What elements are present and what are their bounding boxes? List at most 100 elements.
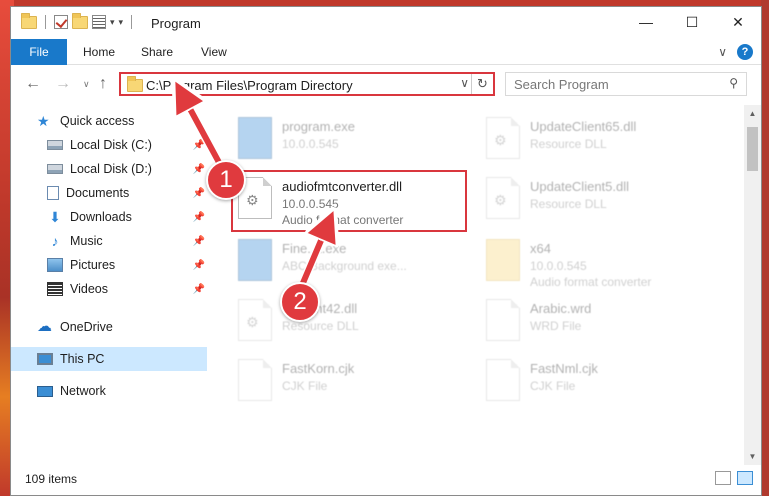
vertical-scrollbar[interactable]: ▲ ▼ (744, 105, 761, 465)
scroll-up-arrow-icon[interactable]: ▲ (744, 105, 761, 122)
file-item[interactable]: Fine...t.exe ABC Background exe... (238, 237, 478, 295)
tab-view[interactable]: View (201, 39, 227, 65)
file-name: Arabic.wrd (530, 301, 592, 316)
forward-arrow-icon[interactable]: → (55, 75, 71, 93)
exe-icon (238, 239, 272, 281)
file-item[interactable]: FastNml.cjk CJK File (486, 357, 726, 415)
sidebar-item-downloads[interactable]: ⬇ Downloads 📌 (11, 205, 207, 229)
title-bar: ▾ ▾ Program — ☐ ✕ (11, 7, 761, 39)
pictures-icon (47, 258, 63, 272)
file-icon (486, 359, 520, 401)
pin-icon[interactable]: 📌 (193, 212, 205, 223)
close-button[interactable]: ✕ (715, 7, 761, 37)
search-icon[interactable]: ⚲ (729, 76, 738, 90)
customize-toolbar-chevron-icon[interactable]: ▾ (110, 17, 115, 28)
search-input[interactable]: Search Program (514, 77, 609, 92)
star-icon: ★ (37, 113, 50, 129)
dll-icon: ⚙ (238, 299, 272, 341)
file-name: program.exe (282, 119, 355, 134)
scrollbar-thumb[interactable] (747, 127, 758, 171)
tiles-view-icon[interactable] (737, 471, 753, 485)
properties-icon[interactable] (92, 15, 106, 29)
tab-file[interactable]: File (11, 39, 67, 65)
disk-icon (47, 164, 63, 174)
step-badge-1: 1 (206, 160, 246, 200)
file-item[interactable]: Arabic.wrd WRD File (486, 297, 726, 355)
back-arrow-icon[interactable]: ← (25, 75, 41, 93)
sidebar-item-pictures[interactable]: Pictures 📌 (11, 253, 207, 277)
file-icon (486, 299, 520, 341)
sidebar-item-documents[interactable]: Documents 📌 (11, 181, 207, 205)
quick-access-toolbar: ▾ ▾ (21, 12, 136, 29)
item-count: 109 items (25, 472, 78, 486)
sidebar-item-this-pc[interactable]: This PC (11, 347, 207, 371)
up-arrow-icon[interactable]: ↑ (99, 75, 107, 93)
computer-icon (37, 353, 53, 365)
file-meta: ABC Background exe... (282, 259, 407, 273)
file-meta: WRD File (530, 319, 582, 333)
address-dropdown-chevron-icon[interactable]: ∨ (460, 76, 469, 90)
sidebar-item-label: Documents (66, 186, 130, 200)
file-item[interactable]: FastKorn.cjk CJK File (238, 357, 478, 415)
sidebar-item-label: Local Disk (C:) (70, 138, 152, 152)
sidebar-item-videos[interactable]: Videos 📌 (11, 277, 207, 301)
sidebar-item-label: Local Disk (D:) (70, 162, 152, 176)
refresh-icon[interactable]: ↻ (471, 74, 493, 94)
status-bar: 109 items (11, 465, 761, 495)
file-name: Fine...t.exe (282, 241, 347, 256)
pin-icon[interactable]: 📌 (193, 164, 205, 175)
sidebar-item-label: Network (60, 384, 106, 398)
sidebar-item-network[interactable]: Network (11, 379, 207, 403)
minimize-button[interactable]: — (623, 7, 669, 37)
sidebar-item-label: Quick access (60, 114, 135, 128)
window-title: Program (151, 16, 201, 31)
maximize-button[interactable]: ☐ (669, 7, 715, 37)
file-meta: Resource DLL (530, 197, 607, 211)
address-bar[interactable]: C:\Program Files\Program Directory ∨ ↻ (119, 72, 495, 96)
sidebar-item-music[interactable]: ♪ Music 📌 (11, 229, 207, 253)
file-meta: CJK File (282, 379, 328, 393)
ribbon-tabs: File Home Share View ∨ ? (11, 39, 761, 65)
help-icon[interactable]: ? (737, 44, 753, 60)
view-toggle (715, 471, 753, 485)
file-name: UpdateClient5.dll (530, 179, 630, 194)
sidebar-item-label: Pictures (70, 258, 116, 272)
folder-icon (21, 12, 37, 29)
scroll-down-arrow-icon[interactable]: ▼ (744, 448, 761, 465)
properties-check-icon[interactable] (54, 15, 68, 29)
file-item[interactable]: ⚙ UpdateClient5.dll Resource DLL (486, 175, 726, 233)
desktop-background-right (761, 0, 769, 496)
details-view-icon[interactable] (715, 471, 731, 485)
file-item[interactable]: program.exe 10.0.0.545 (238, 115, 478, 173)
videos-icon (47, 282, 63, 296)
file-item[interactable]: ⚙ ...Client42.dll Resource DLL (238, 297, 478, 355)
customize-toolbar-arrow-icon[interactable]: ▾ (119, 17, 124, 28)
sidebar-item-local-disk-c[interactable]: Local Disk (C:) 📌 (11, 133, 207, 157)
file-name: x64 (530, 241, 551, 256)
address-path[interactable]: C:\Program Files\Program Directory (146, 78, 353, 93)
file-meta: 10.0.0.545 (530, 259, 587, 273)
file-description: Audio format converter (530, 275, 652, 289)
expand-ribbon-chevron-icon[interactable]: ∨ (718, 45, 727, 59)
new-folder-icon[interactable] (72, 12, 88, 29)
file-explorer-window: ▾ ▾ Program — ☐ ✕ File Home Share View ∨… (10, 6, 762, 496)
pin-icon[interactable]: 📌 (193, 188, 205, 199)
dll-icon: ⚙ (486, 177, 520, 219)
file-item[interactable]: ⚙ UpdateClient65.dll Resource DLL (486, 115, 726, 173)
tab-home[interactable]: Home (83, 39, 115, 65)
sidebar-item-local-disk-d[interactable]: Local Disk (D:) 📌 (11, 157, 207, 181)
pin-icon[interactable]: 📌 (193, 140, 205, 151)
tab-share[interactable]: Share (141, 39, 173, 65)
toolbar-separator (45, 15, 46, 29)
pin-icon[interactable]: 📌 (193, 284, 205, 295)
sidebar-item-quick-access[interactable]: ★ Quick access (11, 109, 207, 133)
recent-locations-chevron-icon[interactable]: ∨ (83, 79, 90, 90)
sidebar-item-label: This PC (60, 352, 105, 366)
pin-icon[interactable]: 📌 (193, 236, 205, 247)
network-icon (37, 385, 53, 397)
folder-icon (486, 239, 520, 281)
pin-icon[interactable]: 📌 (193, 260, 205, 271)
file-item[interactable]: x64 10.0.0.545 Audio format converter (486, 237, 726, 295)
search-box[interactable]: Search Program ⚲ (505, 72, 747, 96)
sidebar-item-onedrive[interactable]: ☁ OneDrive (11, 315, 207, 339)
